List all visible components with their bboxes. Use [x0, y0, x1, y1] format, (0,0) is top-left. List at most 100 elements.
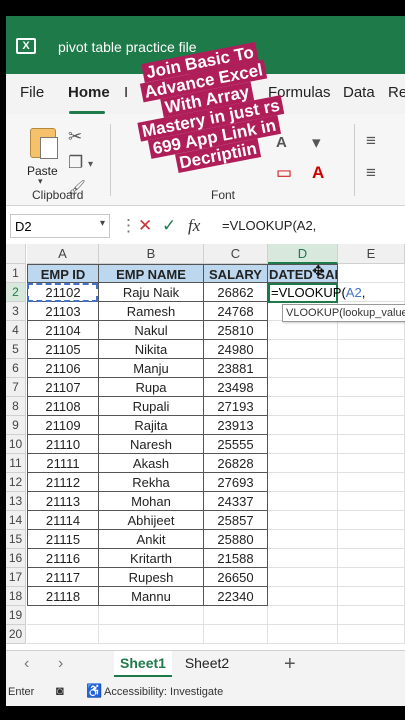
table-cell[interactable]: Nakul [99, 321, 204, 340]
empty-cell[interactable] [338, 530, 405, 549]
empty-cell[interactable] [338, 359, 405, 378]
formula-input[interactable]: =VLOOKUP(A2, [222, 218, 316, 233]
table-cell[interactable]: Manju [99, 359, 204, 378]
empty-cell[interactable] [268, 397, 338, 416]
column-header-a[interactable]: A [27, 244, 99, 264]
insert-function-icon[interactable]: fx [188, 216, 200, 236]
tab-review[interactable]: Re [388, 84, 405, 101]
cancel-icon[interactable]: ✕ [138, 216, 152, 236]
empty-cell[interactable] [268, 454, 338, 473]
empty-cell[interactable] [268, 416, 338, 435]
empty-cell[interactable] [268, 321, 338, 340]
column-header-c[interactable]: C [204, 244, 268, 264]
table-cell[interactable]: 24980 [204, 340, 268, 359]
tab-home[interactable]: Home [68, 84, 110, 101]
empty-cell[interactable] [268, 606, 338, 625]
table-cell[interactable]: 21115 [27, 530, 99, 549]
sheet-tab-sheet2[interactable]: Sheet2 [178, 651, 236, 677]
table-cell[interactable]: 21114 [27, 511, 99, 530]
row-header[interactable]: 14 [6, 511, 26, 530]
table-cell[interactable]: 21111 [27, 454, 99, 473]
table-cell[interactable]: 25810 [204, 321, 268, 340]
row-header[interactable]: 5 [6, 340, 26, 359]
tab-file[interactable]: File [20, 84, 44, 101]
table-cell[interactable]: 24768 [204, 302, 268, 321]
align-top-icon[interactable]: ≡ [366, 132, 376, 150]
table-cell[interactable]: 26650 [204, 568, 268, 587]
empty-cell[interactable] [268, 378, 338, 397]
empty-cell[interactable] [338, 511, 405, 530]
table-cell[interactable]: 27193 [204, 397, 268, 416]
header-cell[interactable]: SALARY [204, 264, 268, 283]
paste-icon[interactable] [30, 128, 58, 159]
empty-cell[interactable] [338, 587, 405, 606]
table-cell[interactable]: 21103 [27, 302, 99, 321]
table-cell[interactable]: 21117 [27, 568, 99, 587]
table-cell[interactable]: 21110 [27, 435, 99, 454]
empty-cell[interactable] [338, 568, 405, 587]
chevron-down-icon[interactable]: ▾ [100, 218, 105, 229]
enter-icon[interactable]: ✓ [162, 216, 176, 236]
header-cell[interactable]: EMP ID [27, 264, 99, 283]
table-cell[interactable]: 21105 [27, 340, 99, 359]
row-header[interactable]: 11 [6, 454, 26, 473]
table-cell[interactable]: 25880 [204, 530, 268, 549]
empty-cell[interactable] [27, 625, 99, 644]
table-cell[interactable]: Naresh [99, 435, 204, 454]
table-cell[interactable]: 21116 [27, 549, 99, 568]
empty-cell[interactable] [268, 340, 338, 359]
name-box[interactable]: D2 ▾ [10, 214, 110, 238]
empty-cell[interactable] [268, 625, 338, 644]
table-cell[interactable]: Ramesh [99, 302, 204, 321]
empty-cell[interactable] [268, 530, 338, 549]
table-cell[interactable]: 27693 [204, 473, 268, 492]
row-header[interactable]: 10 [6, 435, 26, 454]
empty-cell[interactable] [338, 473, 405, 492]
row-header[interactable]: 8 [6, 397, 26, 416]
row-header[interactable]: 16 [6, 549, 26, 568]
empty-cell[interactable] [268, 587, 338, 606]
empty-cell[interactable] [338, 492, 405, 511]
empty-cell[interactable] [338, 378, 405, 397]
macro-record-icon[interactable]: ◙ [56, 683, 64, 698]
table-cell[interactable]: 21108 [27, 397, 99, 416]
select-all-corner[interactable] [6, 244, 26, 264]
font-color-icon[interactable]: A [312, 164, 324, 182]
table-cell[interactable]: 26828 [204, 454, 268, 473]
table-cell[interactable]: 21104 [27, 321, 99, 340]
row-header[interactable]: 13 [6, 492, 26, 511]
empty-cell[interactable] [268, 359, 338, 378]
row-header[interactable]: 3 [6, 302, 26, 321]
copy-dropdown-icon[interactable]: ▾ [88, 156, 93, 174]
table-cell[interactable]: Rekha [99, 473, 204, 492]
accessibility-status[interactable]: Accessibility: Investigate [104, 686, 223, 698]
row-header[interactable]: 2 [6, 283, 26, 302]
empty-cell[interactable] [204, 625, 268, 644]
table-cell[interactable]: 25857 [204, 511, 268, 530]
table-cell[interactable]: 21106 [27, 359, 99, 378]
empty-cell[interactable] [338, 397, 405, 416]
column-header-b[interactable]: B [99, 244, 204, 264]
empty-cell[interactable] [338, 454, 405, 473]
empty-cell[interactable] [99, 625, 204, 644]
row-header[interactable]: 9 [6, 416, 26, 435]
table-cell[interactable]: Rupa [99, 378, 204, 397]
empty-cell[interactable] [338, 264, 405, 283]
header-cell[interactable]: EMP NAME [99, 264, 204, 283]
table-cell[interactable]: Rupesh [99, 568, 204, 587]
row-header[interactable]: 4 [6, 321, 26, 340]
function-tooltip[interactable]: VLOOKUP(lookup_value, table_array, col_i… [282, 304, 405, 322]
copy-icon[interactable]: ❐ [68, 154, 83, 172]
row-header[interactable]: 12 [6, 473, 26, 492]
table-cell[interactable]: 21588 [204, 549, 268, 568]
empty-cell[interactable] [268, 492, 338, 511]
row-header[interactable]: 6 [6, 359, 26, 378]
sheet-tab-sheet1[interactable]: Sheet1 [114, 651, 172, 677]
table-cell[interactable]: 24337 [204, 492, 268, 511]
table-cell[interactable]: Mohan [99, 492, 204, 511]
align-left-icon[interactable]: ≡ [366, 164, 376, 182]
empty-cell[interactable] [338, 416, 405, 435]
table-cell[interactable]: Abhijeet [99, 511, 204, 530]
row-header[interactable]: 18 [6, 587, 26, 606]
table-cell[interactable]: 26862 [204, 283, 268, 302]
